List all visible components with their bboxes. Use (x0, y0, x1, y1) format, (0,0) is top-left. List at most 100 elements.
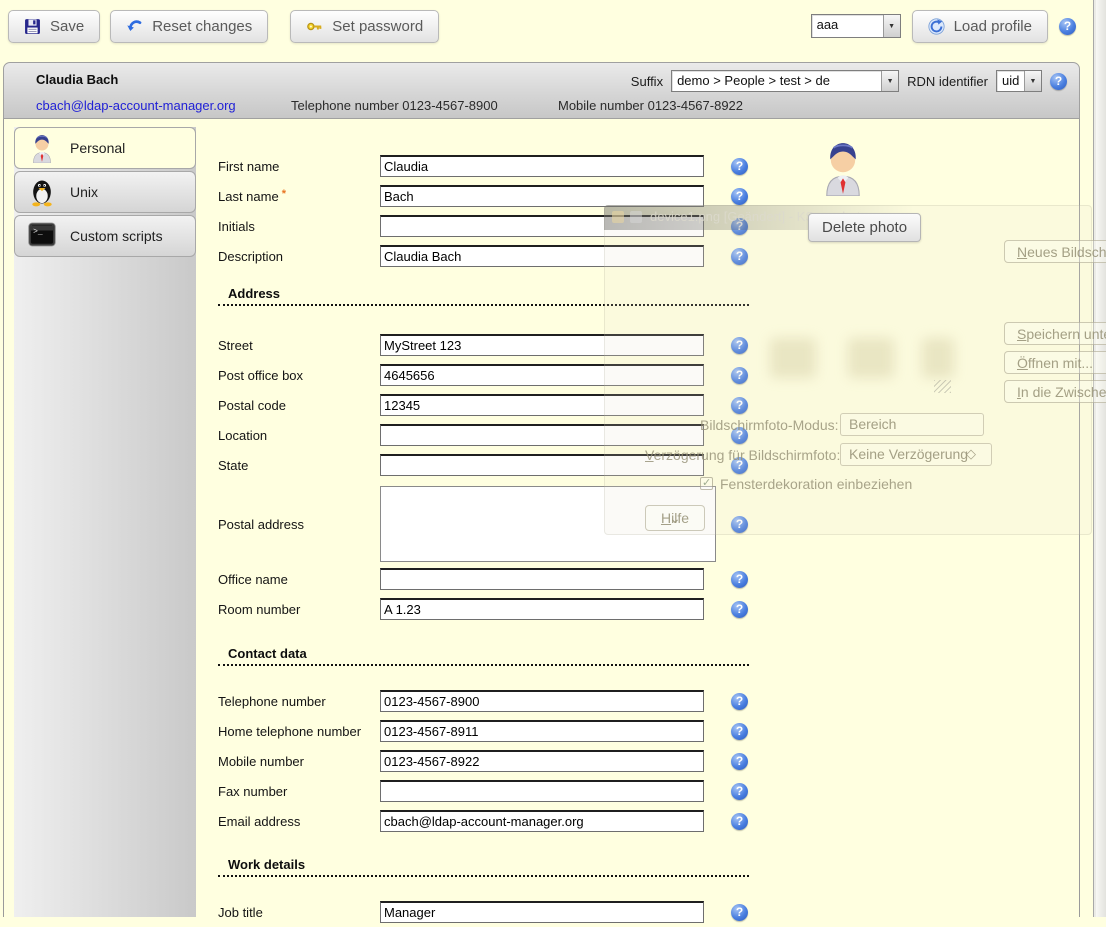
form-row: Postal address (218, 484, 1079, 564)
form-row: State (218, 450, 1079, 480)
set-password-label: Set password (332, 18, 423, 35)
page-title: Claudia Bach (36, 72, 118, 87)
field-label: Room number (218, 602, 300, 617)
form-row: Room number (218, 594, 1079, 624)
postal-address-textarea[interactable] (380, 486, 716, 562)
help-icon[interactable] (731, 693, 748, 710)
section-heading-contact: Contact data (218, 646, 749, 666)
field-label: Mobile number (218, 754, 304, 769)
form-row: Home telephone number (218, 716, 1079, 746)
help-icon[interactable] (731, 601, 748, 618)
tux-icon (27, 177, 57, 207)
set-password-button[interactable]: Set password (290, 10, 439, 43)
office-name-input[interactable] (380, 568, 704, 590)
scrollbar[interactable] (1093, 0, 1106, 917)
room-number-input[interactable] (380, 598, 704, 620)
form-row: First name (218, 151, 1079, 181)
field-label: Street (218, 338, 253, 353)
help-icon[interactable] (731, 367, 748, 384)
postal-code-input[interactable] (380, 394, 704, 416)
help-icon[interactable] (731, 904, 748, 921)
email-address-input[interactable] (380, 810, 704, 832)
field-label: Office name (218, 572, 288, 587)
key-icon (306, 18, 323, 35)
header-mobile: Mobile number 0123-4567-8922 (558, 98, 743, 113)
load-profile-button[interactable]: Load profile (912, 10, 1048, 43)
user-photo (820, 139, 866, 197)
rdn-select[interactable]: uid (996, 70, 1042, 92)
field-label: Postal code (218, 398, 286, 413)
form-row: Street (218, 330, 1079, 360)
field-label: Postal address (218, 517, 304, 532)
tab-label: Custom scripts (70, 228, 163, 244)
home-telephone-input[interactable] (380, 720, 704, 742)
user-icon (27, 133, 57, 163)
help-icon[interactable] (731, 753, 748, 770)
field-label: Last name (218, 189, 279, 204)
help-icon[interactable] (731, 723, 748, 740)
help-icon[interactable] (731, 783, 748, 800)
post-office-box-input[interactable] (380, 364, 704, 386)
field-label: Description (218, 249, 283, 264)
reset-changes-button[interactable]: Reset changes (110, 10, 268, 43)
help-icon[interactable] (731, 571, 748, 588)
field-label: Post office box (218, 368, 303, 383)
tab-label: Unix (70, 184, 98, 200)
fax-number-input[interactable] (380, 780, 704, 802)
scrollbar-track[interactable] (1096, 0, 1106, 917)
chevron-down-icon[interactable] (1024, 71, 1041, 91)
profile-select[interactable]: aaa (811, 14, 901, 38)
help-icon[interactable] (731, 813, 748, 830)
help-icon[interactable] (731, 158, 748, 175)
tab-custom-scripts[interactable]: >_ Custom scripts (14, 215, 196, 257)
chevron-down-icon[interactable] (881, 71, 898, 91)
job-title-input[interactable] (380, 901, 704, 923)
required-marker: * (282, 188, 286, 200)
help-icon[interactable] (731, 397, 748, 414)
rdn-label: RDN identifier (907, 74, 988, 89)
form-row: Mobile number (218, 746, 1079, 776)
save-button[interactable]: Save (8, 10, 100, 43)
field-label: Home telephone number (218, 724, 361, 739)
help-icon[interactable] (731, 516, 748, 533)
tab-label: Personal (70, 140, 125, 156)
form-row: Post office box (218, 360, 1079, 390)
personal-form: First name Last name* Initials Descripti… (196, 127, 1079, 917)
help-icon[interactable] (731, 188, 748, 205)
tab-personal[interactable]: Personal (14, 127, 196, 169)
load-profile-label: Load profile (954, 18, 1032, 35)
help-icon[interactable] (1059, 18, 1076, 35)
form-row: Job title (218, 897, 1079, 927)
form-row: Office name (218, 564, 1079, 594)
form-row: Fax number (218, 776, 1079, 806)
location-input[interactable] (380, 424, 704, 446)
module-sidebar: Personal Unix >_ Custom scripts (14, 127, 196, 917)
help-icon[interactable] (1050, 73, 1067, 90)
suffix-select[interactable]: demo > People > test > de (671, 70, 899, 92)
first-name-input[interactable] (380, 155, 704, 177)
street-input[interactable] (380, 334, 704, 356)
form-row: Postal code (218, 390, 1079, 420)
last-name-input[interactable] (380, 185, 704, 207)
tab-unix[interactable]: Unix (14, 171, 196, 213)
delete-photo-button[interactable]: Delete photo (808, 213, 921, 242)
initials-input[interactable] (380, 215, 704, 237)
account-frame: Claudia Bach cbach@ldap-account-manager.… (3, 62, 1080, 917)
help-icon[interactable] (731, 457, 748, 474)
help-icon[interactable] (731, 218, 748, 235)
mobile-number-input[interactable] (380, 750, 704, 772)
telephone-input[interactable] (380, 690, 704, 712)
description-input[interactable] (380, 245, 704, 267)
field-label: Fax number (218, 784, 287, 799)
field-label: First name (218, 159, 279, 174)
save-icon (24, 18, 41, 35)
help-icon[interactable] (731, 427, 748, 444)
help-icon[interactable] (731, 337, 748, 354)
chevron-down-icon[interactable] (883, 15, 900, 37)
help-icon[interactable] (731, 248, 748, 265)
email-link[interactable]: cbach@ldap-account-manager.org (36, 98, 236, 113)
field-label: State (218, 458, 248, 473)
state-input[interactable] (380, 454, 704, 476)
header-right: Suffix demo > People > test > de RDN ide… (631, 70, 1067, 92)
field-label: Location (218, 428, 267, 443)
